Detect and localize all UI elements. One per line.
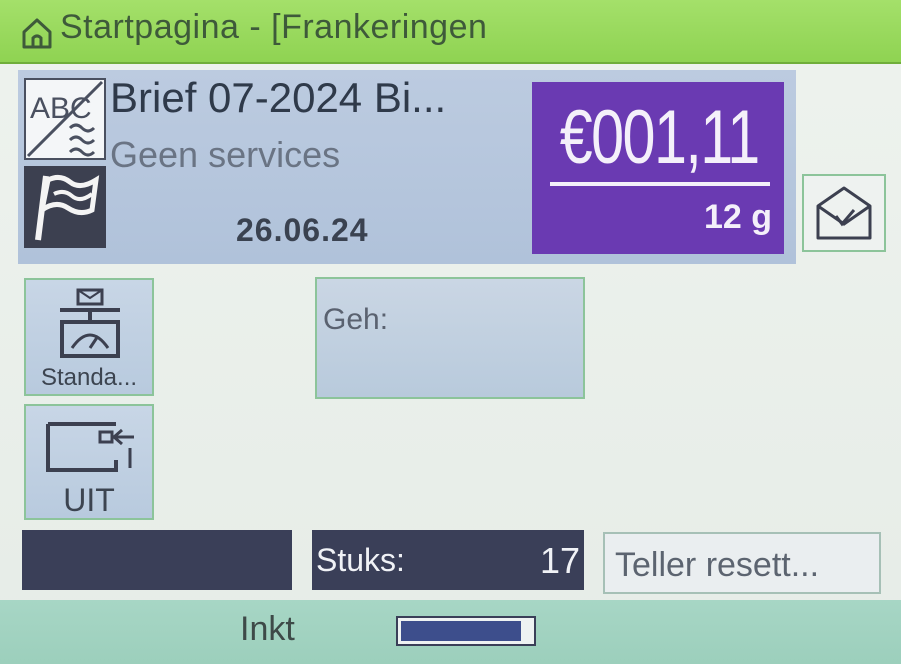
uit-button-label: UIT	[63, 482, 115, 518]
postage-value-box[interactable]: €001,11 12 g	[532, 82, 784, 254]
abc-document-icon: ABC	[24, 78, 106, 160]
page-title: Startpagina - [Frankeringen	[60, 8, 488, 46]
weight-value: 12 g	[703, 198, 772, 236]
postage-amount: €001,11	[559, 95, 761, 180]
ink-level-fill	[401, 621, 521, 641]
reset-counter-label: Teller resett...	[615, 546, 820, 584]
title-bar: Startpagina - [Frankeringen	[0, 0, 901, 64]
envelope-feed-icon	[46, 422, 134, 472]
svg-text:ABC: ABC	[30, 92, 92, 125]
piece-counter-value: 17	[539, 540, 580, 581]
home-icon[interactable]	[20, 16, 54, 50]
piece-counter-label: Stuks:	[316, 542, 405, 578]
scale-icon	[60, 288, 120, 358]
franking-date: 26.06.24	[236, 212, 369, 248]
geh-field[interactable]: Geh:	[315, 277, 585, 399]
value-divider	[550, 182, 770, 186]
franking-screen: Startpagina - [Frankeringen ABC Brief 07…	[0, 0, 901, 664]
flag-icon	[24, 166, 106, 248]
status-panel	[22, 530, 292, 590]
envelope-button[interactable]	[802, 174, 886, 252]
product-name: Brief 07-2024 Bi...	[110, 74, 447, 121]
scale-button[interactable]: Standa...	[24, 278, 154, 396]
uit-button[interactable]: UIT	[24, 404, 154, 520]
ink-label: Inkt	[240, 610, 295, 648]
envelope-icon	[816, 186, 872, 240]
piece-counter: Stuks: 17	[312, 530, 584, 590]
services-text: Geen services	[110, 134, 341, 175]
ink-level-gauge	[396, 616, 536, 646]
ink-status-bar: Inkt	[0, 600, 901, 664]
geh-label: Geh:	[323, 303, 389, 336]
reset-counter-button[interactable]: Teller resett...	[603, 532, 881, 594]
scale-button-label: Standa...	[40, 364, 138, 391]
